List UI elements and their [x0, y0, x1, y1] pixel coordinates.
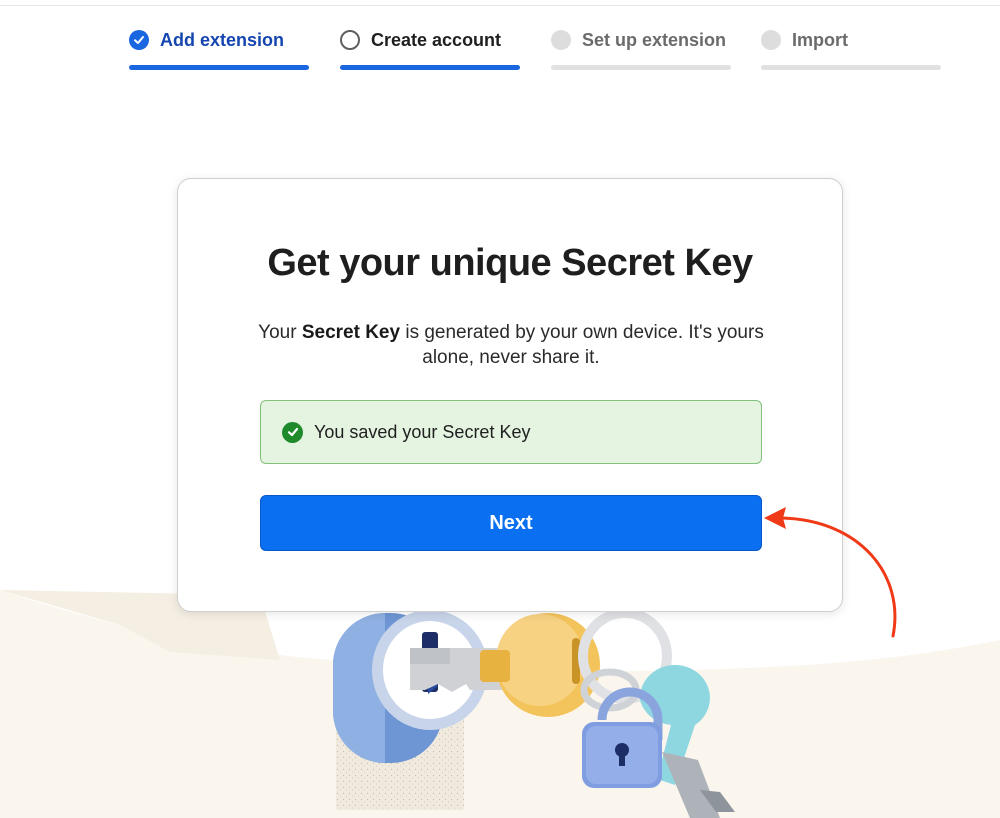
- progress-stepper: Add extension Create account Set up exte…: [129, 28, 941, 72]
- card-description: Your Secret Key is generated by your own…: [238, 320, 784, 370]
- success-message: You saved your Secret Key: [314, 421, 531, 442]
- next-button[interactable]: Next: [260, 495, 762, 551]
- description-suffix: is generated by your own device. It's yo…: [400, 322, 764, 368]
- step-label: Add extension: [160, 29, 285, 50]
- step-progress-bar: [551, 65, 731, 70]
- description-prefix: Your: [258, 322, 302, 343]
- step-label: Set up extension: [582, 29, 727, 50]
- gray-dot-icon: [551, 30, 571, 50]
- step-progress-bar: [340, 65, 520, 70]
- step-label: Create account: [371, 29, 502, 50]
- step-set-up-extension[interactable]: Set up extension: [551, 28, 731, 72]
- secret-key-card: Get your unique Secret Key Your Secret K…: [177, 178, 843, 612]
- step-label: Import: [792, 29, 848, 50]
- empty-circle-icon: [340, 30, 360, 50]
- step-add-extension[interactable]: Add extension: [129, 28, 309, 72]
- card-title: Get your unique Secret Key: [267, 242, 753, 284]
- check-circle-icon: [282, 421, 303, 443]
- step-progress-bar: [129, 65, 309, 70]
- success-banner: You saved your Secret Key: [260, 400, 762, 464]
- step-import[interactable]: Import: [761, 28, 941, 72]
- check-circle-icon: [129, 30, 149, 50]
- step-create-account[interactable]: Create account: [340, 28, 520, 72]
- gray-dot-icon: [761, 30, 781, 50]
- description-bold: Secret Key: [301, 322, 401, 343]
- step-progress-bar: [761, 65, 941, 70]
